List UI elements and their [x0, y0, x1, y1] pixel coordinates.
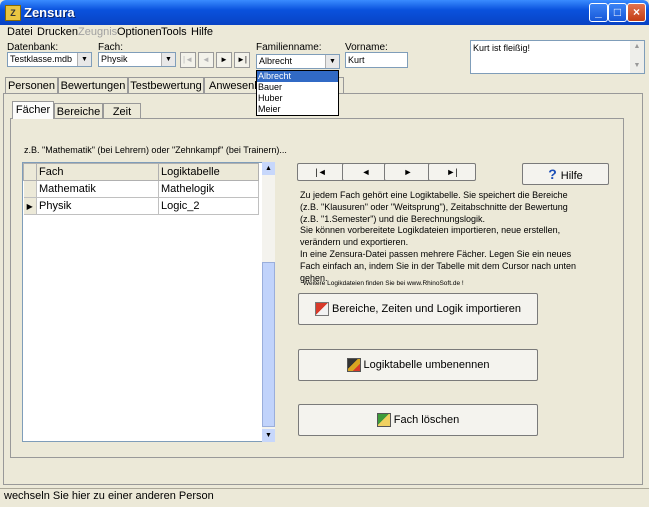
table-row[interactable]: ▶ Physik Logic_2 [23, 197, 259, 215]
chevron-down-icon[interactable]: ▼ [325, 55, 339, 68]
info-line: verändern und exportieren. [300, 237, 409, 248]
cell-fach[interactable]: Physik [36, 197, 159, 215]
tab-bereiche[interactable]: Bereiche [54, 103, 103, 119]
tab-testbewertung[interactable]: Testbewertung [128, 77, 204, 93]
menu-tools[interactable]: Tools [161, 26, 187, 38]
info-line: Zu jedem Fach gehört eine Logiktabelle. … [300, 190, 568, 200]
grid-scrollbar[interactable]: ▲ ▼ [262, 162, 275, 442]
menu-zeugnis[interactable]: Zeugnis [78, 26, 117, 38]
minimize-button[interactable]: _ [589, 3, 608, 22]
column-header-fach[interactable]: Fach [36, 163, 159, 181]
menu-hilfe[interactable]: Hilfe [191, 26, 213, 38]
familienname-label: Familienname: [256, 42, 322, 53]
help-icon: ? [548, 166, 557, 182]
vorname-input[interactable]: Kurt [345, 52, 408, 68]
hint-text: z.B. "Mathematik" (bei Lehrern) oder "Ze… [24, 145, 287, 155]
cell-logik[interactable]: Mathelogik [158, 180, 259, 198]
menu-optionen[interactable]: Optionen [117, 26, 162, 38]
panel-nav-last-button[interactable]: ►| [428, 163, 476, 181]
datenbank-value: Testklasse.mdb [10, 54, 73, 64]
menu-datei[interactable]: Datei [7, 26, 33, 38]
tab-zeit[interactable]: Zeit [103, 103, 141, 119]
fach-select[interactable]: Physik ▼ [98, 52, 176, 67]
row-indicator[interactable] [23, 180, 37, 198]
info-line: (z.B. "Klausuren" oder "Weitsprung"), Ze… [300, 201, 568, 212]
import-icon [315, 302, 330, 317]
familienname-value: Albrecht [259, 56, 293, 66]
column-header-logiktabelle[interactable]: Logiktabelle [158, 163, 259, 181]
table-row[interactable]: Mathematik Mathelogik [23, 180, 259, 198]
panel-nav-first-button[interactable]: |◄ [297, 163, 345, 181]
menu-bar: Datei Drucken Zeugnis Optionen Tools Hil… [0, 25, 649, 41]
import-button-label: Bereiche, Zeiten und Logik importieren [332, 303, 521, 315]
datenbank-select[interactable]: Testklasse.mdb ▼ [7, 52, 92, 67]
nav-prev-button[interactable]: ◄ [198, 52, 214, 68]
tab-personen[interactable]: Personen [5, 77, 58, 93]
cell-fach[interactable]: Mathematik [36, 180, 159, 198]
scroll-down-icon[interactable]: ▼ [262, 429, 275, 442]
familienname-dropdown-list: Albrecht Bauer Huber Meier [256, 70, 339, 116]
comment-text: Kurt ist fleißig! [473, 43, 531, 53]
rename-icon [346, 358, 361, 373]
info-line: (z.B. "1.Semester") und die Berechnungsl… [300, 213, 485, 224]
scroll-up-icon[interactable]: ▲ [262, 162, 275, 175]
nav-last-button[interactable]: ►| [234, 52, 250, 68]
window-title: Zensura [24, 5, 75, 20]
panel-nav-prev-button[interactable]: ◄ [342, 163, 390, 181]
nav-first-button[interactable]: |◄ [180, 52, 196, 68]
scroll-up-icon[interactable]: ▲ [630, 43, 644, 53]
app-icon: Z [5, 5, 21, 21]
tab-bewertungen[interactable]: Bewertungen [58, 77, 128, 93]
rename-button-label: Logiktabelle umbenennen [363, 359, 490, 371]
comment-memo[interactable]: Kurt ist fleißig! ▲ ▼ [470, 40, 645, 74]
help-button-label: Hilfe [560, 170, 583, 182]
grid-corner [23, 163, 37, 181]
dropdown-item[interactable]: Bauer [257, 82, 338, 93]
tab-faecher[interactable]: Fächer [12, 101, 54, 119]
info-text: Zu jedem Fach gehört eine Logiktabelle. … [300, 190, 600, 284]
memo-scrollbar[interactable]: ▲ ▼ [630, 41, 644, 73]
dropdown-item[interactable]: Meier [257, 104, 338, 115]
scroll-down-icon[interactable]: ▼ [630, 62, 644, 72]
help-button[interactable]: ? Hilfe [522, 163, 609, 185]
info-line: In eine Zensura-Datei passen mehrere Fäc… [300, 248, 572, 259]
dropdown-item[interactable]: Albrecht [257, 71, 338, 82]
familienname-select[interactable]: Albrecht ▼ [256, 54, 340, 69]
chevron-down-icon[interactable]: ▼ [161, 53, 175, 66]
panel-nav-next-button[interactable]: ► [384, 163, 432, 181]
faecher-grid[interactable]: Fach Logiktabelle Mathematik Mathelogik … [22, 162, 275, 442]
status-bar: wechseln Sie hier zu einer anderen Perso… [0, 488, 649, 505]
menu-drucken[interactable]: Drucken [37, 26, 78, 38]
info-line: Sie können vorbereitete Logikdateien imp… [300, 225, 561, 236]
chevron-down-icon[interactable]: ▼ [77, 53, 91, 66]
import-button[interactable]: Bereiche, Zeiten und Logik importieren [298, 293, 538, 325]
nav-next-button[interactable]: ► [216, 52, 232, 68]
maximize-button[interactable]: □ [608, 3, 627, 22]
dropdown-item[interactable]: Huber [257, 93, 338, 104]
scroll-thumb[interactable] [262, 262, 275, 427]
fach-value: Physik [101, 54, 128, 64]
close-button[interactable]: × [627, 3, 646, 22]
current-row-icon[interactable]: ▶ [23, 197, 37, 215]
delete-icon [376, 413, 391, 428]
cell-logik[interactable]: Logic_2 [158, 197, 259, 215]
delete-button[interactable]: Fach löschen [298, 404, 538, 436]
rename-button[interactable]: Logiktabelle umbenennen [298, 349, 538, 381]
weblink-text: Weitere Logikdateien finden Sie bei www.… [303, 280, 464, 287]
app-window: Z Zensura _ □ × Datei Drucken Zeugnis Op… [0, 0, 649, 507]
title-bar[interactable]: Z Zensura _ □ × [0, 0, 649, 25]
delete-button-label: Fach löschen [393, 414, 460, 426]
